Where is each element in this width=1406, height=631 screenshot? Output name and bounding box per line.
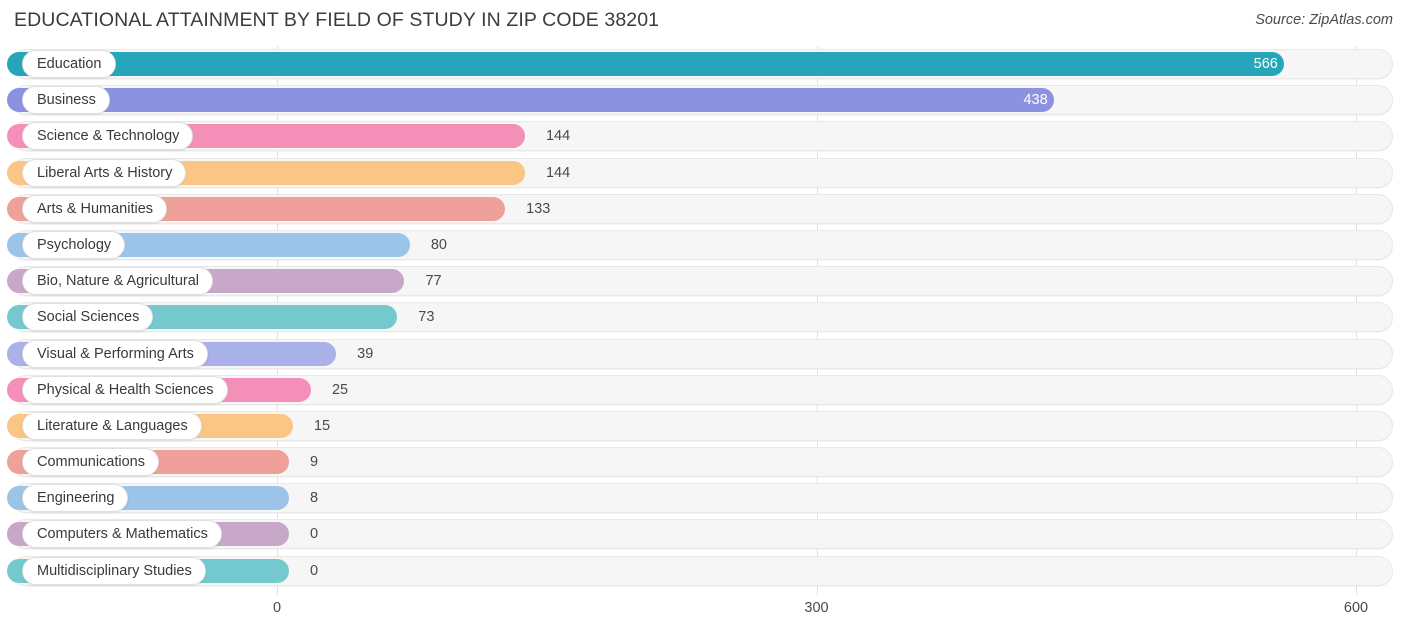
page-title: EDUCATIONAL ATTAINMENT BY FIELD OF STUDY… [14,9,660,31]
category-label: Science & Technology [22,122,194,151]
bar-value-label: 0 [310,526,319,543]
bar-value-label: 73 [418,309,435,326]
category-label: Education [22,50,116,78]
category-label: Computers & Mathematics [22,520,222,549]
bar-value-label: 0 [310,562,319,579]
chart-header: EDUCATIONAL ATTAINMENT BY FIELD OF STUDY… [0,0,1406,46]
bar-value-label: 144 [545,164,571,181]
x-tick-label: 0 [272,600,282,616]
bar-row: Literature & Languages 15 [0,408,1406,444]
category-label: Social Sciences [22,303,154,332]
bar-value-label: 8 [310,490,319,507]
bar-fill[interactable] [7,88,1054,113]
bar-row: Communications 9 [0,444,1406,480]
category-label: Arts & Humanities [22,194,168,223]
x-tick-label: 300 [804,600,829,616]
category-label: Communications [22,448,159,477]
bar-value-label: 133 [526,200,551,217]
bar-rows: Education 566 Business 438 Science & Technol… [0,46,1406,589]
category-label: Literature & Languages [22,411,202,440]
category-label: Physical & Health Sciences [22,375,228,404]
category-label: Bio, Nature & Agricultural [22,267,213,296]
bar-row: Engineering 8 [0,480,1406,516]
bar-value-label: 80 [430,236,447,253]
bar-row: Psychology 80 [0,227,1406,263]
bar-fill[interactable] [7,52,1284,76]
bar-value-label: 144 [545,128,571,145]
bar-value-label: 9 [310,454,319,471]
bar-row: Multidisciplinary Studies 0 [0,553,1406,589]
x-axis: 0 300 600 [0,595,1406,631]
bar-row: Education 566 [0,46,1406,82]
category-label: Multidisciplinary Studies [22,556,206,585]
bar-row: Visual & Performing Arts 39 [0,336,1406,372]
bar-row: Liberal Arts & History 144 [0,155,1406,191]
x-tick-label: 600 [1343,600,1369,616]
category-label: Engineering [22,484,129,513]
bar-value-label: 77 [425,273,442,290]
source-attribution: Source: ZipAtlas.com [1255,12,1393,28]
bar-row: Computers & Mathematics 0 [0,516,1406,552]
bar-value-label: 39 [357,345,374,362]
bar-value-label: 438 [1023,92,1048,109]
category-label: Business [22,86,110,115]
bar-row: Business 438 [0,82,1406,118]
bar-row: Arts & Humanities 133 [0,191,1406,227]
bar-row: Physical & Health Sciences 25 [0,372,1406,408]
category-label: Psychology [22,230,126,259]
bar-value-label: 566 [1253,56,1278,72]
bar-row: Bio, Nature & Agricultural 77 [0,263,1406,299]
category-label: Visual & Performing Arts [22,339,208,368]
bar-row: Science & Technology 144 [0,118,1406,154]
bar-value-label: 25 [331,381,349,398]
chart-plot-area: Education 566 Business 438 Science & Technol… [0,46,1406,595]
category-label: Liberal Arts & History [22,158,187,187]
bar-value-label: 15 [313,417,331,434]
bar-row: Social Sciences 73 [0,299,1406,335]
